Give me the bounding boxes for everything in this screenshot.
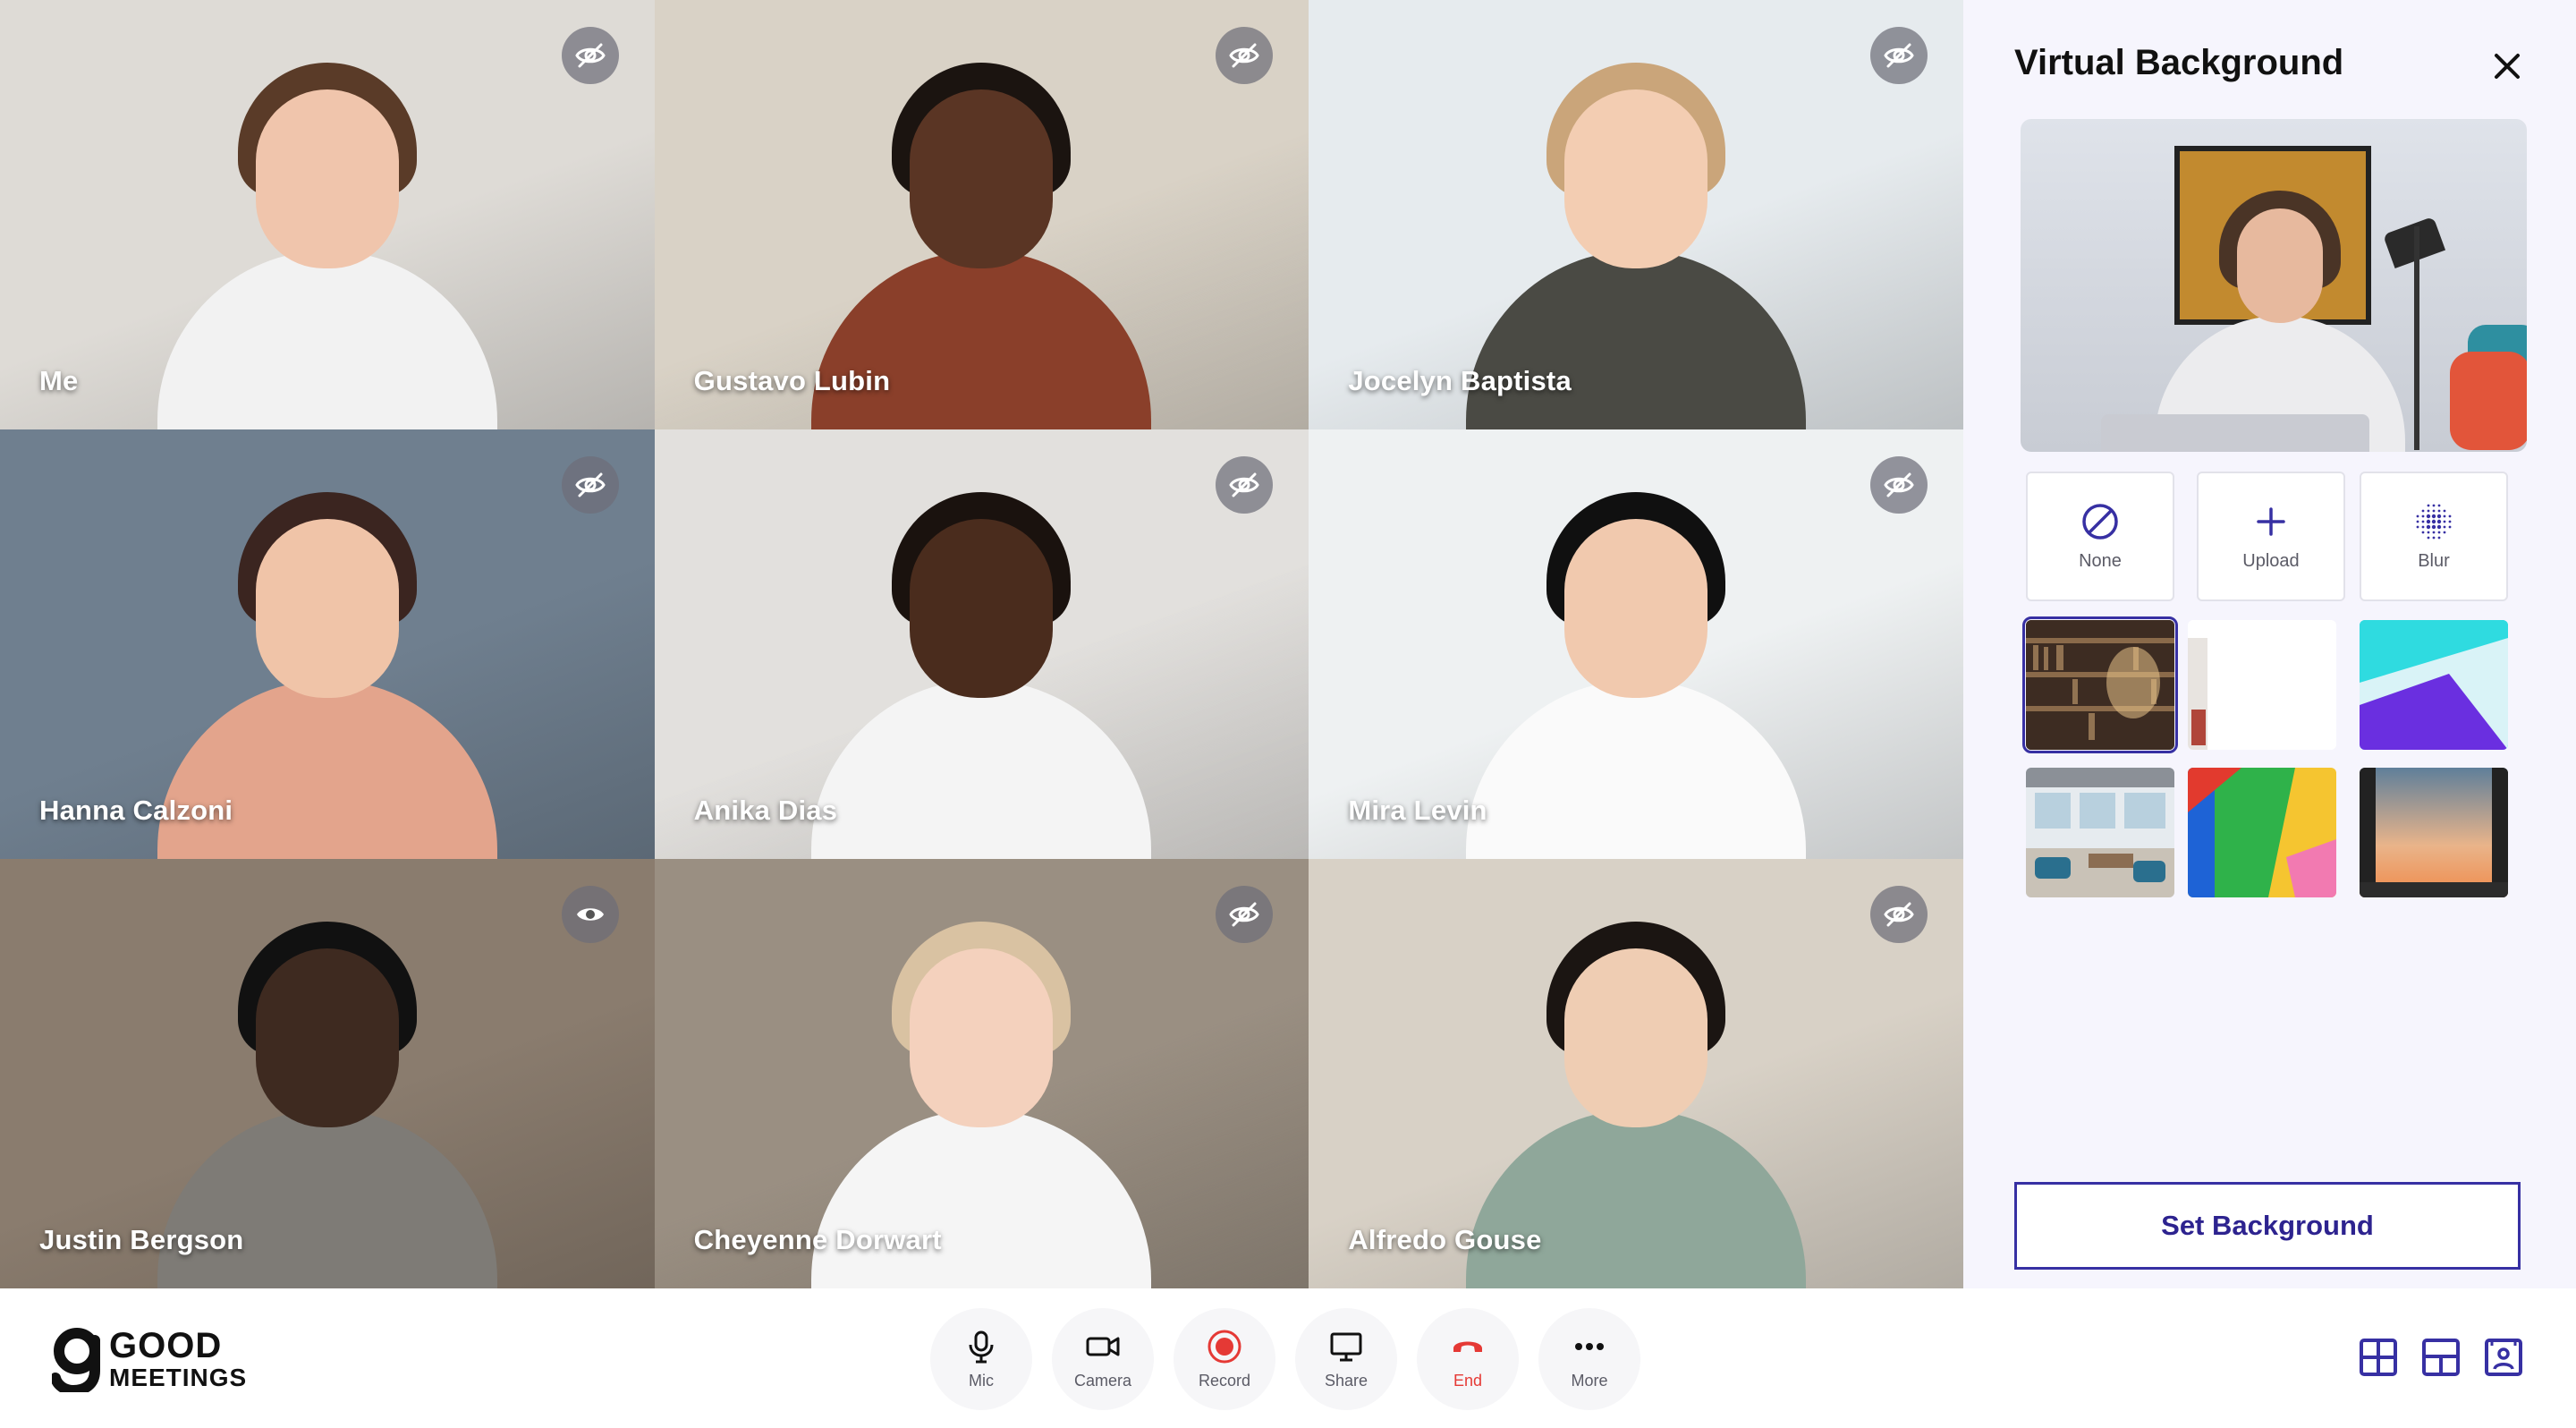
eye-off-icon[interactable] <box>1870 27 1928 84</box>
participant-tile[interactable]: Mira Levin <box>1309 429 1963 859</box>
participant-tile[interactable]: Hanna Calzoni <box>0 429 655 859</box>
participant-name: Me <box>39 365 79 396</box>
participant-tile[interactable]: Cheyenne Dorwart <box>654 859 1309 1288</box>
grid-layout-icon[interactable] <box>2358 1337 2399 1378</box>
participant-tile[interactable]: Justin Bergson <box>0 859 655 1288</box>
participant-tile[interactable]: Jocelyn Baptista <box>1309 0 1963 429</box>
option-label: None <box>2079 551 2122 571</box>
background-thumb-abstract[interactable] <box>2360 620 2508 750</box>
record-button[interactable]: Record <box>1174 1308 1275 1410</box>
virtual-background-icon[interactable] <box>2483 1337 2524 1378</box>
camera-label: Camera <box>1073 1371 1132 1390</box>
background-thumb-library[interactable] <box>2022 616 2178 753</box>
mic-button[interactable]: Mic <box>930 1308 1032 1410</box>
participant-name: Justin Bergson <box>39 1224 244 1255</box>
more-label: More <box>1571 1371 1608 1390</box>
participant-video <box>157 63 497 429</box>
none-icon <box>2082 504 2118 540</box>
participant-video <box>811 492 1152 859</box>
meeting-toolbar: GOOD MEETINGS Mic Camera Record Share En… <box>0 1288 2576 1428</box>
participant-name: Alfredo Gouse <box>1348 1224 1542 1255</box>
share-label: Share <box>1324 1371 1368 1390</box>
mic-label: Mic <box>969 1371 994 1390</box>
option-label: Upload <box>2242 551 2300 571</box>
background-thumb-office[interactable] <box>2026 768 2174 897</box>
share-button[interactable]: Share <box>1295 1308 1397 1410</box>
eye-off-icon[interactable] <box>1216 886 1274 943</box>
eye-off-icon[interactable] <box>1216 456 1274 514</box>
participant-tile[interactable]: Gustavo Lubin <box>654 0 1309 429</box>
participant-name: Hanna Calzoni <box>39 795 233 826</box>
record-label: Record <box>1198 1371 1251 1390</box>
eye-off-icon[interactable] <box>561 27 619 84</box>
end-call-icon <box>1453 1341 1482 1352</box>
option-none[interactable]: None <box>2026 472 2174 601</box>
eye-off-icon[interactable] <box>1870 456 1928 514</box>
brand-name-line1: GOOD <box>109 1326 223 1365</box>
participant-name: Cheyenne Dorwart <box>693 1224 942 1255</box>
background-thumb-sunset[interactable] <box>2360 768 2508 897</box>
end-call-button[interactable]: End <box>1417 1308 1519 1410</box>
video-grid: Me Gustavo Lubin Jocelyn Baptista Hanna … <box>0 0 1963 1288</box>
eye-off-icon[interactable] <box>1216 27 1274 84</box>
share-screen-icon <box>1330 1332 1362 1361</box>
participant-name: Jocelyn Baptista <box>1348 365 1572 396</box>
panel-title: Virtual Background <box>2014 43 2344 82</box>
set-background-button[interactable]: Set Background <box>2014 1182 2521 1270</box>
plus-icon <box>2257 507 2285 536</box>
brand-name-line2: MEETINGS <box>109 1364 248 1391</box>
more-button[interactable]: More <box>1538 1308 1640 1410</box>
participant-name: Mira Levin <box>1348 795 1487 826</box>
speaker-layout-icon[interactable] <box>2420 1337 2462 1378</box>
camera-button[interactable]: Camera <box>1052 1308 1154 1410</box>
background-thumb-colorful[interactable] <box>2188 768 2336 897</box>
record-icon <box>1208 1330 1241 1363</box>
participant-name: Anika Dias <box>693 795 838 826</box>
eye-off-icon[interactable] <box>1870 886 1928 943</box>
more-icon <box>1575 1342 1604 1350</box>
camera-icon <box>1086 1337 1120 1356</box>
participant-name: Gustavo Lubin <box>693 365 891 396</box>
eye-icon[interactable] <box>561 886 619 943</box>
option-upload[interactable]: Upload <box>2197 472 2345 601</box>
participant-tile[interactable]: Me <box>0 0 655 429</box>
background-preview <box>2021 119 2527 452</box>
brand-logo: GOOD MEETINGS <box>52 1326 247 1392</box>
eye-off-icon[interactable] <box>561 456 619 514</box>
end-label: End <box>1453 1371 1483 1390</box>
brand-g-icon <box>52 1328 100 1392</box>
close-icon[interactable] <box>2486 45 2529 88</box>
participant-tile[interactable]: Anika Dias <box>654 429 1309 859</box>
background-thumb-room[interactable] <box>2188 620 2336 750</box>
option-blur[interactable]: Blur <box>2360 472 2508 601</box>
option-label: Blur <box>2418 551 2450 571</box>
participant-tile[interactable]: Alfredo Gouse <box>1309 859 1963 1288</box>
blur-icon <box>2416 504 2452 540</box>
mic-icon <box>969 1330 994 1363</box>
virtual-background-panel: Virtual Background None Upload Blur Set … <box>1963 0 2576 1288</box>
participant-video <box>1466 492 1807 859</box>
